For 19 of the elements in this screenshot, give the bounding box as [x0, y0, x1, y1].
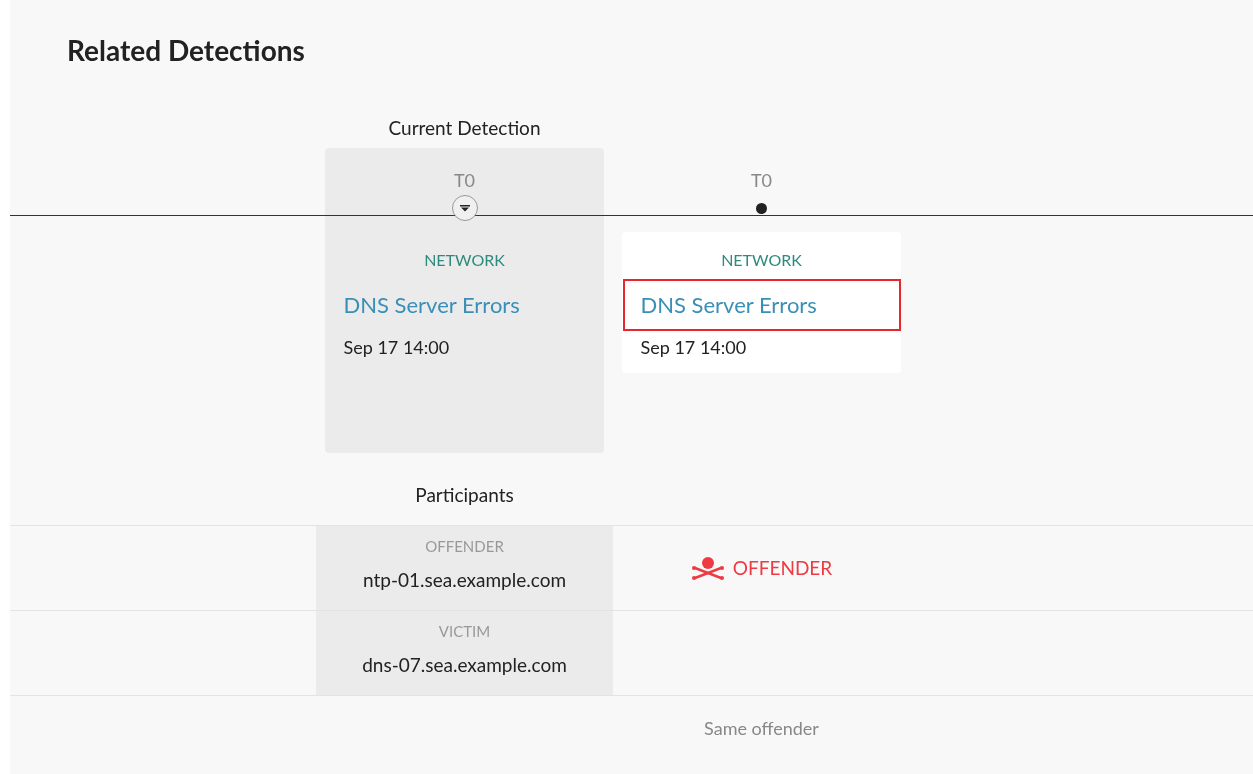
host-name: dns-07.sea.example.com: [362, 653, 567, 677]
detection-date: Sep 17 14:00: [342, 335, 451, 359]
current-detection-label: Current Detection: [388, 116, 541, 140]
caret-down-marker-icon[interactable]: [451, 195, 478, 221]
category-label: NETWORK: [721, 250, 802, 270]
role-label: VICTIM: [438, 621, 491, 641]
page-title: Related Detections: [67, 32, 305, 68]
participants-label: Participants: [415, 483, 514, 508]
skull-crossbones-icon: [690, 556, 725, 580]
category-label: NETWORK: [424, 250, 505, 270]
offender-label: OFFENDER: [732, 556, 833, 580]
detection-title-link[interactable]: DNS Server Errors: [622, 279, 901, 331]
detection-date: Sep 17 14:00: [639, 335, 748, 359]
time-label: T0: [750, 169, 773, 191]
relation-label: Same offender: [704, 716, 819, 740]
host-name: ntp-01.sea.example.com: [362, 568, 567, 592]
detection-title-link[interactable]: DNS Server Errors: [325, 279, 604, 331]
role-label: OFFENDER: [425, 536, 504, 556]
time-label: T0: [453, 169, 476, 191]
